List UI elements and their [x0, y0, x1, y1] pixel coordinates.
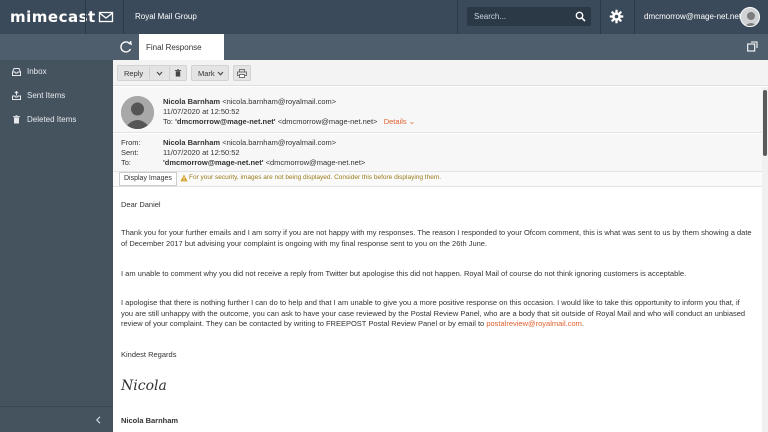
sidebar-item-label: Deleted Items	[27, 115, 77, 124]
popout-icon[interactable]	[747, 41, 758, 52]
delete-button[interactable]	[169, 65, 187, 81]
to-name: 'dmcmorrow@mage-net.net'	[163, 158, 264, 167]
from-name: Nicola Barnham	[163, 138, 221, 147]
avatar-icon	[744, 12, 758, 26]
top-bar: mimecast Royal Mail Group dmcmorrow@mage…	[0, 0, 768, 34]
sent-icon	[12, 91, 21, 100]
signature-name: Nicola Barnham	[121, 416, 179, 425]
handwritten-signature: Nicola	[121, 378, 167, 394]
scrollbar-thumb[interactable]	[763, 90, 767, 156]
divider	[123, 0, 124, 34]
from-label: From:	[121, 138, 141, 147]
print-button[interactable]	[233, 65, 251, 81]
from-value: Nicola Barnham <nicola.barnham@royalmail…	[163, 138, 336, 147]
mail-icon[interactable]	[98, 9, 114, 25]
paragraph-3: I apologise that there is nothing furthe…	[121, 298, 753, 330]
sent-date: 11/07/2020 at 12:50:52	[163, 107, 240, 116]
user-avatar[interactable]	[740, 7, 760, 27]
divider	[149, 67, 150, 79]
warning-icon	[180, 174, 188, 182]
tab-final-response[interactable]: Final Response	[139, 34, 224, 60]
sidebar: Inbox Sent Items Deleted Items	[0, 60, 113, 432]
organization-name: Royal Mail Group	[135, 12, 197, 21]
to-value: 'dmcmorrow@mage-net.net' <dmcmorrow@mage…	[163, 158, 365, 167]
trash-icon	[13, 115, 20, 124]
divider	[457, 0, 458, 34]
sidebar-item-label: Sent Items	[27, 91, 66, 100]
divider	[634, 0, 635, 34]
mark-button[interactable]: Mark	[191, 65, 229, 81]
sidebar-collapse-button[interactable]	[0, 406, 113, 432]
sender-avatar	[121, 96, 154, 129]
divider	[600, 0, 601, 34]
postal-review-email-link[interactable]: postalreview@royalmail.com	[486, 319, 582, 328]
mark-label: Mark	[198, 69, 215, 78]
closing: Kindest Regards	[121, 350, 177, 359]
details-label: Details	[383, 117, 407, 126]
from-address: <nicola.barnham@royalmail.com>	[222, 138, 337, 147]
search-input[interactable]	[467, 7, 571, 26]
avatar-icon	[121, 96, 154, 129]
details-link[interactable]: Details ⌄	[384, 117, 415, 126]
security-warning: For your security, images are not being …	[189, 174, 442, 181]
chevron-down-icon	[217, 71, 224, 76]
sender-name: Nicola Barnham	[163, 97, 221, 106]
greeting: Dear Daniel	[121, 200, 161, 209]
paragraph-3-end: .	[581, 319, 584, 328]
message-toolbar: Reply Mark	[113, 60, 768, 86]
display-images-button[interactable]: Display Images	[119, 172, 177, 186]
paragraph-2: I am unable to comment why you did not r…	[121, 269, 687, 278]
paragraph-3-text: I apologise that there is nothing furthe…	[121, 298, 746, 328]
search-box	[467, 7, 591, 26]
paragraph-1: Thank you for your further emails and I …	[121, 228, 752, 248]
chevron-down-icon: ⌄	[408, 117, 416, 126]
mimecast-logo[interactable]: mimecast	[10, 8, 96, 26]
tab-label: Final Response	[146, 43, 202, 52]
gear-icon[interactable]	[609, 9, 624, 24]
sent-value: 11/07/2020 at 12:50:52	[163, 148, 240, 157]
chevron-left-icon	[95, 416, 101, 424]
sent-label: Sent:	[121, 148, 139, 157]
sender-address: <nicola.barnham@royalmail.com>	[222, 97, 337, 106]
to-prefix: To:	[163, 117, 174, 126]
user-email[interactable]: dmcmorrow@mage-net.net	[644, 12, 741, 21]
refresh-icon[interactable]	[113, 34, 139, 60]
to-label: To:	[121, 158, 132, 167]
inbox-icon	[12, 68, 21, 76]
to-address: <dmcmorrow@mage-net.net>	[265, 158, 366, 167]
divider	[85, 0, 86, 34]
recipient-line: To: 'dmcmorrow@mage-net.net' <dmcmorrow@…	[163, 117, 415, 126]
sender-line: Nicola Barnham <nicola.barnham@royalmail…	[163, 97, 336, 106]
print-icon	[237, 69, 247, 78]
trash-icon	[174, 69, 182, 77]
reply-label: Reply	[124, 69, 144, 78]
recipient-address: <dmcmorrow@mage-net.net>	[277, 117, 378, 126]
sidebar-item-label: Inbox	[27, 67, 47, 76]
reply-button[interactable]: Reply	[117, 65, 171, 81]
chevron-down-icon[interactable]	[156, 71, 163, 76]
recipient-name: 'dmcmorrow@mage-net.net'	[175, 117, 276, 126]
search-icon[interactable]	[575, 11, 586, 22]
